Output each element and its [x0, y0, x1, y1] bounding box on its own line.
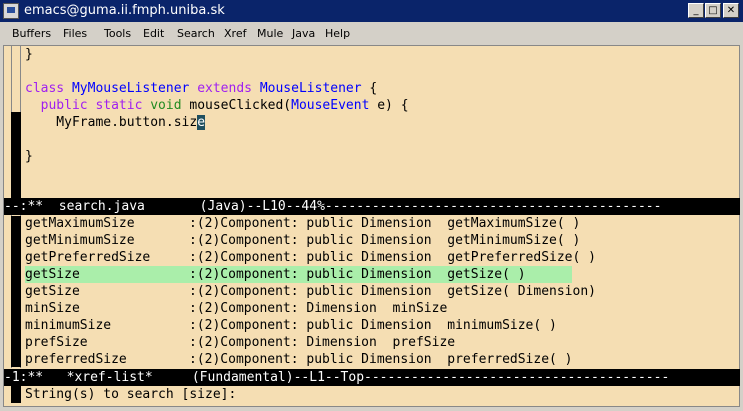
xref-row-selected[interactable]: getSize :(2)Component: public Dimension g…	[25, 266, 572, 283]
xref-row[interactable]: getMinimumSize :(2)Component: public Dime…	[25, 232, 740, 249]
xref-symbol-name: prefSize	[25, 335, 88, 350]
xref-symbol-info: :(2)Component: public Dimension getSize(…	[189, 284, 596, 299]
xref-symbol-info: :(2)Component: public Dimension getSize(…	[189, 267, 526, 282]
menu-tools[interactable]: Tools	[104, 26, 131, 42]
xref-symbol-info: :(2)Component: public Dimension minimumS…	[189, 318, 557, 333]
xref-symbol-info: :(2)Component: Dimension minSize	[189, 301, 448, 316]
code-line[interactable]: class MyMouseListener extends MouseListe…	[25, 80, 377, 97]
xref-symbol-name: getSize	[25, 284, 80, 299]
xref-row[interactable]: getMaximumSize :(2)Component: public Dime…	[25, 215, 740, 232]
xref-symbol-name: getSize	[25, 267, 80, 282]
xref-row[interactable]: getSize :(2)Component: public Dimension g…	[25, 283, 740, 300]
minibuffer-prompt[interactable]: String(s) to search [size]:	[25, 386, 236, 403]
xref-symbol-name: minimumSize	[25, 318, 112, 333]
menu-help[interactable]: Help	[325, 26, 350, 42]
text-cursor: e	[197, 115, 206, 130]
mode-line-xref-list[interactable]: -1:** *xref-list* (Fundamental)--L1--Top…	[4, 369, 740, 386]
xref-row[interactable]: getPreferredSize :(2)Component: public Di…	[25, 249, 740, 266]
xref-symbol-info: :(2)Component: Dimension prefSize	[189, 335, 456, 350]
xref-symbol-name: minSize	[25, 301, 80, 316]
xref-symbol-info: :(2)Component: public Dimension getMaxim…	[189, 216, 581, 231]
xref-symbol-info: :(2)Component: public Dimension preferre…	[189, 352, 573, 367]
code-line[interactable]: MyFrame.button.size	[25, 114, 206, 131]
close-button[interactable]: ✕	[723, 3, 739, 18]
top-scrollbar-thumb[interactable]	[11, 112, 21, 198]
mode-line-search-java[interactable]: --:** search.java (Java)--L10--44%------…	[4, 198, 740, 215]
menu-buffers[interactable]: Buffers	[12, 26, 51, 42]
xref-symbol-info: :(2)Component: public Dimension getPrefe…	[189, 250, 596, 265]
bottom-scrollbar-thumb[interactable]	[11, 216, 21, 367]
code-line[interactable]: }	[25, 148, 33, 165]
xref-symbol-info: :(2)Component: public Dimension getMinim…	[189, 233, 581, 248]
window-title: emacs@guma.ii.fmph.uniba.sk	[24, 3, 225, 18]
xref-symbol-name: preferredSize	[25, 352, 127, 367]
menu-files[interactable]: Files	[63, 26, 87, 42]
xref-row[interactable]: preferredSize :(2)Component: public Dimen…	[25, 351, 740, 368]
maximize-button[interactable]: □	[705, 3, 721, 18]
menu-xref[interactable]: Xref	[224, 26, 246, 42]
emacs-app-icon[interactable]	[3, 3, 19, 19]
menu-bar: Buffers Files Tools Edit Search Xref Mul…	[3, 23, 740, 45]
code-line[interactable]: public static void mouseClicked(MouseEve…	[25, 97, 409, 114]
menu-java[interactable]: Java	[292, 26, 315, 42]
menu-edit[interactable]: Edit	[143, 26, 164, 42]
menu-search[interactable]: Search	[177, 26, 215, 42]
xref-row[interactable]: prefSize :(2)Component: Dimension prefSiz…	[25, 334, 740, 351]
minimize-button[interactable]: _	[688, 3, 704, 18]
xref-row[interactable]: minSize :(2)Component: Dimension minSize	[25, 300, 740, 317]
xref-symbol-name: getMaximumSize	[25, 216, 135, 231]
code-line[interactable]: }	[25, 46, 33, 63]
minibuffer-fringe	[11, 386, 21, 403]
xref-row[interactable]: minimumSize :(2)Component: public Dimensi…	[25, 317, 740, 334]
menu-mule[interactable]: Mule	[257, 26, 283, 42]
xref-symbol-name: getPreferredSize	[25, 250, 151, 265]
xref-symbol-name: getMinimumSize	[25, 233, 135, 248]
